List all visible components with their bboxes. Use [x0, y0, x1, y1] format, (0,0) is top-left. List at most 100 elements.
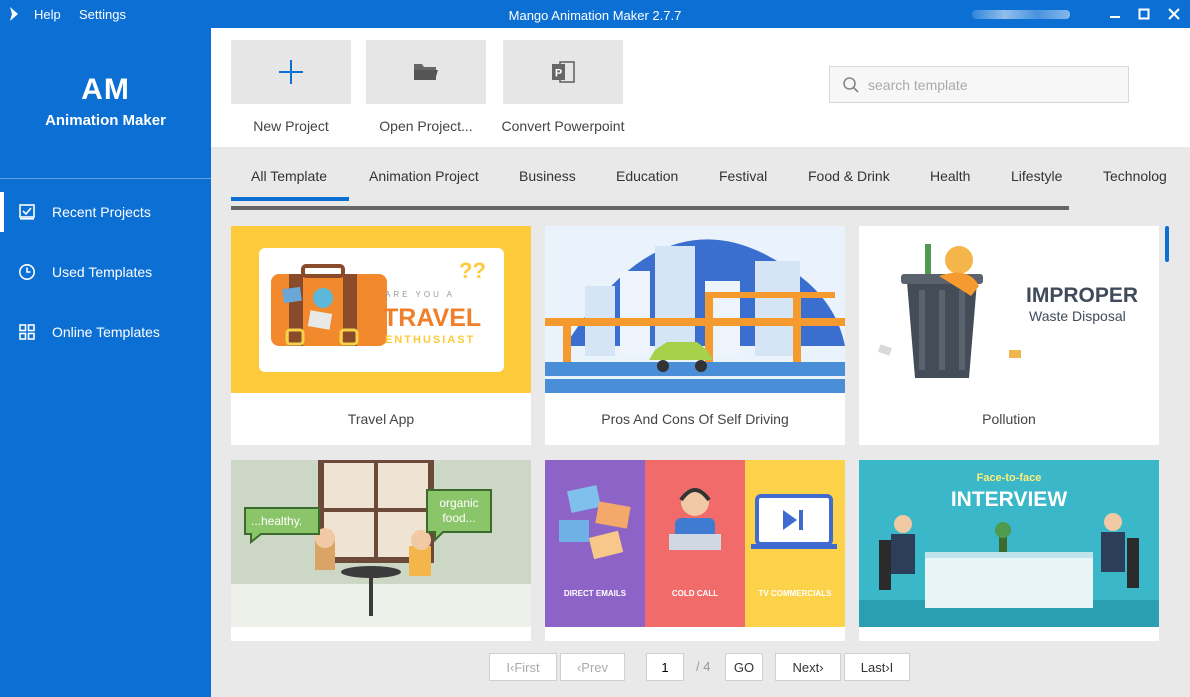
search-box[interactable]	[829, 66, 1129, 103]
template-card-pollution[interactable]: IMPROPER Waste Disposal Pollution	[859, 226, 1159, 445]
sidebar-item-label: Used Templates	[52, 264, 153, 280]
template-thumbnail: Face-to-face INTERVIEW	[859, 460, 1159, 627]
account-name-blurred[interactable]	[972, 10, 1070, 19]
tab-active-indicator	[231, 197, 349, 201]
close-icon	[1168, 8, 1180, 20]
thumb-text: ENTHUSIAST	[385, 334, 476, 346]
tab-health[interactable]: Health	[930, 168, 970, 184]
tab-technology[interactable]: Technolog	[1103, 168, 1167, 184]
tab-food-drink[interactable]: Food & Drink	[808, 168, 890, 184]
template-card-travel-app[interactable]: ?? ARE YOU A TRAVEL ENTHUSIAST Travel Ap…	[231, 226, 531, 445]
last-label: Last	[860, 659, 886, 675]
app-logo-icon	[10, 7, 18, 21]
maximize-icon	[1138, 8, 1150, 20]
sidebar-item-online-templates[interactable]: Online Templates	[0, 312, 211, 352]
svg-text:P: P	[555, 68, 562, 80]
powerpoint-icon: P	[552, 61, 575, 83]
template-card-healthy[interactable]: ...healthy. organic food...	[231, 460, 531, 641]
new-project-button[interactable]: New Project	[231, 40, 351, 134]
page-total: / 4	[696, 659, 711, 674]
thumb-text: Waste Disposal	[1029, 308, 1126, 324]
search-icon	[843, 76, 859, 93]
menu-help[interactable]: Help	[34, 7, 61, 22]
template-thumbnail	[545, 226, 845, 393]
svg-text:??: ??	[459, 258, 486, 283]
last-icon: ›I	[885, 659, 894, 675]
thumb-text: INTERVIEW	[950, 488, 1068, 511]
template-card-marketing[interactable]: DIRECT EMAILS COLD CALL TV COMMERCIALS	[545, 460, 845, 641]
sidebar-item-label: Recent Projects	[52, 204, 151, 220]
thumb-text: organic food...	[439, 496, 479, 525]
first-icon: I‹	[506, 659, 515, 675]
tab-all-template[interactable]: All Template	[251, 168, 327, 184]
sidebar-item-label: Online Templates	[52, 324, 160, 340]
tab-business[interactable]: Business	[519, 168, 576, 184]
template-thumbnail: DIRECT EMAILS COLD CALL TV COMMERCIALS	[545, 460, 845, 627]
convert-powerpoint-tile[interactable]: P	[503, 40, 623, 104]
template-thumbnail: ?? ARE YOU A TRAVEL ENTHUSIAST	[231, 226, 531, 393]
template-title: Travel App	[347, 411, 415, 427]
sidebar-item-used-templates[interactable]: Used Templates	[0, 252, 211, 292]
tab-track	[231, 206, 1069, 210]
template-card-interview[interactable]: Face-to-face INTERVIEW	[859, 460, 1159, 641]
brand-logo: AM	[81, 73, 130, 106]
next-icon: ›	[819, 659, 824, 675]
thumb-text: DIRECT EMAILS	[563, 589, 627, 598]
tab-education[interactable]: Education	[616, 168, 678, 184]
template-thumbnail: IMPROPER Waste Disposal	[859, 226, 1159, 393]
checkbox-icon	[18, 203, 36, 221]
menu-settings[interactable]: Settings	[79, 7, 126, 22]
tab-animation-project[interactable]: Animation Project	[369, 168, 479, 184]
minimize-icon	[1110, 16, 1120, 18]
plus-icon	[279, 60, 303, 84]
tab-lifestyle[interactable]: Lifestyle	[1011, 168, 1062, 184]
maximize-button[interactable]	[1135, 5, 1153, 23]
template-title	[231, 627, 531, 641]
prev-page-button[interactable]: ‹ Prev	[560, 653, 625, 681]
new-project-label: New Project	[253, 118, 329, 134]
brand: AM Animation Maker	[0, 73, 211, 130]
title-bar: Help Settings Mango Animation Maker 2.7.…	[0, 0, 1190, 28]
new-project-tile[interactable]	[231, 40, 351, 104]
thumb-text: COLD CALL	[671, 589, 719, 598]
template-title: Pollution	[982, 411, 1036, 427]
go-button[interactable]: GO	[725, 653, 763, 681]
template-thumbnail: ...healthy. organic food...	[231, 460, 531, 627]
grid-icon	[18, 323, 36, 341]
thumb-text: TRAVEL	[383, 304, 482, 332]
thumb-text: TV COMMERCIALS	[758, 589, 832, 598]
tab-festival[interactable]: Festival	[719, 168, 767, 184]
template-title	[545, 627, 845, 641]
thumb-text: Face-to-face	[976, 472, 1042, 484]
minimize-button[interactable]	[1106, 5, 1124, 23]
template-card-self-driving[interactable]: Pros And Cons Of Self Driving	[545, 226, 845, 445]
thumb-text: ARE YOU A	[385, 290, 455, 299]
page-number-input[interactable]	[646, 653, 684, 681]
template-title: Pros And Cons Of Self Driving	[601, 411, 789, 427]
scrollbar-thumb[interactable]	[1165, 226, 1169, 262]
last-page-button[interactable]: Last ›I	[844, 653, 910, 681]
convert-powerpoint-button[interactable]: P Convert Powerpoint	[502, 40, 624, 134]
thumb-text: ...healthy.	[251, 514, 303, 528]
category-tabs: All Template Animation Project Business …	[231, 164, 1190, 208]
sidebar-item-recent-projects[interactable]: Recent Projects	[0, 192, 211, 232]
sidebar: AM Animation Maker Recent Projects Used …	[0, 28, 211, 697]
thumb-text: IMPROPER	[1026, 284, 1139, 307]
search-input[interactable]	[868, 76, 1118, 93]
sidebar-divider	[0, 178, 211, 179]
next-label: Next	[792, 659, 820, 675]
prev-label: Prev	[581, 659, 609, 675]
clock-icon	[18, 263, 36, 281]
convert-powerpoint-label: Convert Powerpoint	[501, 118, 625, 134]
folder-icon	[414, 64, 438, 80]
close-button[interactable]	[1165, 5, 1183, 23]
next-page-button[interactable]: Next ›	[775, 653, 841, 681]
first-page-button[interactable]: I‹ First	[489, 653, 557, 681]
template-title	[859, 627, 1159, 641]
open-project-tile[interactable]	[366, 40, 486, 104]
brand-name: Animation Maker	[45, 112, 166, 129]
top-panel: New Project Open Project... P Convert Po…	[211, 28, 1190, 147]
open-project-label: Open Project...	[379, 118, 473, 134]
first-label: First	[514, 659, 540, 675]
open-project-button[interactable]: Open Project...	[366, 40, 486, 134]
